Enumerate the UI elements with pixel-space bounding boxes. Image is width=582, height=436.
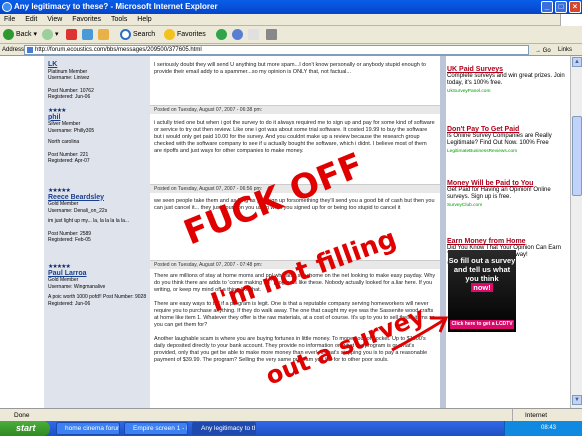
menu-file[interactable]: File: [0, 16, 19, 23]
ie-logo-icon: [2, 2, 12, 12]
banner-line-3: you think: [465, 274, 499, 283]
registered-date: Registered: Apr-07: [48, 158, 90, 164]
forward-button[interactable]: ▾: [42, 28, 59, 42]
window-title: Any legitimacy to these? - Microsoft Int…: [14, 2, 218, 11]
media-icon: [216, 28, 227, 40]
address-url: http://forum.ecoustics.com/bbs/messages/…: [35, 47, 202, 53]
menu-favorites[interactable]: Favorites: [68, 16, 105, 23]
home-icon: [98, 28, 109, 40]
ad-title[interactable]: Earn Money from Home: [447, 238, 567, 245]
page-icon: [27, 47, 33, 53]
banner-ad[interactable]: So fill out a survey and tell us what yo…: [448, 250, 516, 332]
ad-column: [446, 56, 570, 408]
favorites-button[interactable]: Favorites: [164, 28, 206, 42]
ad-block[interactable]: Don't Pay To Get Paid Is Online Survey C…: [447, 126, 567, 155]
post-header: Posted on Tuesday, August 07, 2007 - 06:…: [150, 184, 440, 193]
ad-url[interactable]: SurveyClub.com: [447, 202, 567, 209]
vertical-scrollbar[interactable]: ▲ ▼: [570, 56, 582, 408]
post-body: we seen people take them and as long as …: [154, 198, 435, 211]
user-signature: A poic worth 1000 pofd!! Post Number: 90…: [48, 294, 147, 300]
ad-text: Complete surveys and win great prizes. J…: [447, 73, 565, 87]
close-button[interactable]: ×: [569, 1, 581, 13]
mail-icon: [248, 28, 259, 40]
start-button[interactable]: start: [0, 421, 50, 436]
post-body: i actully tried one but when i got the s…: [154, 120, 435, 154]
scroll-up-icon[interactable]: ▲: [572, 57, 582, 67]
ad-title[interactable]: Don't Pay To Get Paid: [447, 126, 567, 133]
ad-block[interactable]: UK Paid Surveys Complete surveys and win…: [447, 66, 567, 95]
ad-url[interactable]: UkSurveyPanel.com: [447, 88, 567, 95]
ad-title[interactable]: UK Paid Surveys: [447, 66, 567, 73]
toolbar: Back ▾ ▾ Search Favorites: [0, 26, 582, 44]
back-button[interactable]: Back ▾: [3, 28, 37, 42]
ad-text: Is Online Survey Companies are Really Le…: [447, 133, 552, 147]
post-author: ★★★★★ Paul Larroa Gold Member Username: …: [48, 264, 150, 307]
user-handle: Username: Wingmanalive: [48, 283, 106, 290]
mail-button[interactable]: [248, 28, 261, 42]
menu-help[interactable]: Help: [133, 16, 155, 23]
user-signature: im just light up my... la, la la la la l…: [48, 218, 130, 224]
search-icon: [120, 28, 131, 40]
back-arrow-icon: [3, 28, 14, 40]
ad-url[interactable]: LegitimateBusinessReviews.com: [447, 148, 567, 155]
post-author: LK Platinum Member Username: Linivez Pos…: [48, 61, 150, 101]
registered-date: Registered: Jun-06: [48, 300, 91, 307]
media-button[interactable]: [216, 28, 229, 42]
forward-arrow-icon: [42, 28, 53, 40]
links-button[interactable]: Links: [558, 44, 572, 56]
registered-date: Registered: Jun-06: [48, 94, 91, 100]
status-text: Done: [14, 412, 30, 419]
scroll-thumb[interactable]: [572, 116, 582, 196]
post-author: ★★★★ phil Silver Member Username: Philly…: [48, 108, 150, 165]
print-icon: [266, 28, 277, 40]
ad-text: Get Paid for Having an Opinion! Online s…: [447, 187, 551, 201]
search-button[interactable]: Search: [120, 28, 155, 42]
post-body: I seriously doubt they will send U anyth…: [154, 62, 426, 75]
address-bar: Address http://forum.ecoustics.com/bbs/m…: [0, 44, 582, 56]
history-icon: [232, 28, 243, 40]
banner-cta-button[interactable]: Click here to get a LCDTV: [450, 320, 514, 329]
scroll-down-icon[interactable]: ▼: [572, 395, 582, 405]
banner-line-1: So fill out a survey: [448, 256, 516, 265]
history-button[interactable]: [232, 28, 245, 42]
taskbar-button[interactable]: Any legitimacy to the...: [192, 422, 256, 435]
banner-now: now!: [471, 283, 493, 292]
menu-tools[interactable]: Tools: [107, 16, 131, 23]
banner-line-2: and tell us what: [453, 265, 511, 274]
user-location: North carolina: [48, 139, 80, 145]
menu-edit[interactable]: Edit: [21, 16, 41, 23]
menu-bar: File Edit View Favorites Tools Help: [0, 14, 582, 26]
refresh-icon: [82, 28, 93, 40]
refresh-button[interactable]: [82, 28, 95, 42]
stop-icon: [66, 28, 77, 40]
maximize-button[interactable]: □: [555, 1, 567, 13]
post-header: Posted on Tuesday, August 07, 2007 - 06:…: [150, 105, 440, 114]
minimize-button[interactable]: _: [541, 1, 553, 13]
stop-button[interactable]: [66, 28, 79, 42]
windows-flag-icon: [560, 14, 582, 26]
ad-title[interactable]: Money Will be Paid to You: [447, 180, 567, 187]
registered-date: Registered: Feb-05: [48, 237, 91, 243]
print-button[interactable]: [266, 28, 279, 42]
user-handle: Username: Philly305: [48, 127, 95, 134]
home-button[interactable]: [98, 28, 111, 42]
post-header: Posted on Tuesday, August 07, 2007 - 07:…: [150, 260, 440, 269]
window-titlebar: Any legitimacy to these? - Microsoft Int…: [0, 0, 582, 14]
user-handle: Username: Denali_on_22s: [48, 207, 108, 214]
taskbar: start home cinema forums Empire screen 1…: [0, 421, 582, 436]
ad-block[interactable]: Money Will be Paid to You Get Paid for H…: [447, 180, 567, 209]
post-body: There are millions of stay at home moms …: [154, 273, 436, 363]
star-icon: [164, 28, 175, 40]
clock: 08:43: [541, 425, 557, 431]
taskbar-button[interactable]: home cinema forums: [56, 422, 120, 435]
taskbar-button[interactable]: Empire screen 1 - Mic...: [124, 422, 188, 435]
address-input[interactable]: http://forum.ecoustics.com/bbs/messages/…: [24, 45, 529, 55]
user-handle: Username: Linivez: [48, 75, 90, 81]
system-tray: 08:43: [504, 421, 582, 436]
menu-view[interactable]: View: [43, 16, 66, 23]
status-bar: Done Internet: [0, 408, 582, 422]
post-author: ★★★★★ Reece Beardsley Gold Member Userna…: [48, 188, 150, 244]
address-label: Address: [2, 47, 25, 53]
